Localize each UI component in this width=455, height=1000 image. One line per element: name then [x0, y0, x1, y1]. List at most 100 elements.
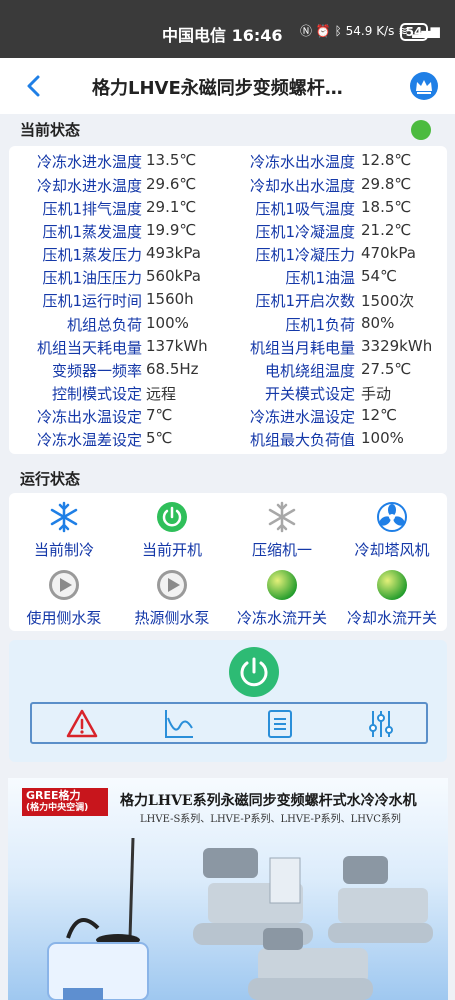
param-row: 变频器一频率 68.5Hz 电机绕组温度 27.5℃: [9, 360, 447, 383]
page-title: 格力LHVE永磁同步变频螺杆…: [92, 78, 343, 99]
param-label: 冷冻出水温设定: [36, 408, 142, 426]
param-value: 29.8℃: [361, 175, 412, 193]
param-label: 压机1冷凝压力: [255, 246, 355, 264]
param-value: 68.5Hz: [146, 360, 199, 378]
param-label: 冷冻进水温设定: [249, 408, 355, 426]
app-header: 格力LHVE永磁同步变频螺杆…: [0, 58, 455, 114]
param-row: 机组当天耗电量 137kWh 机组当月耗电量 3329kWh: [9, 337, 447, 360]
flow-switch-icon: [377, 570, 407, 600]
param-value: 560kPa: [146, 267, 201, 285]
snowflake-icon: [50, 501, 78, 533]
flow-switch-icon: [267, 570, 297, 600]
param-value: 29.6℃: [146, 175, 197, 193]
alarm-clock-icon: ⏰: [315, 24, 331, 38]
banner-title: 格力LHVE系列永磁同步变频螺杆式水冷冷水机: [120, 793, 417, 809]
run-status-heading: 运行状态: [20, 470, 81, 488]
snowflake-icon: [268, 501, 296, 533]
crown-icon: [416, 80, 432, 94]
param-value: 手动: [361, 385, 392, 403]
param-value: 54℃: [361, 267, 397, 285]
bluetooth-icon: ᛒ: [334, 24, 342, 38]
param-value: 7℃: [146, 406, 173, 424]
run-item-label: 当前开机: [141, 541, 202, 559]
run-item-chilled-flow-switch[interactable]: 冷冻水流开关: [227, 569, 337, 629]
param-label: 控制模式设定: [51, 385, 142, 403]
settings-icon[interactable]: [365, 708, 397, 740]
param-value: 80%: [361, 314, 395, 332]
param-label: 机组当月耗电量: [249, 339, 355, 357]
vip-button[interactable]: [410, 72, 438, 100]
param-value: 100%: [361, 429, 404, 447]
carrier-label: 中国电信: [162, 26, 227, 45]
param-value: 5℃: [146, 429, 173, 447]
param-label: 开关模式设定: [264, 385, 355, 403]
param-row: 冷冻水温差设定 5℃ 机组最大负荷值 100%: [9, 429, 447, 452]
param-value: 远程: [146, 385, 177, 403]
run-item-label: 压缩机一: [251, 541, 312, 559]
param-value: 18.5℃: [361, 198, 412, 216]
param-label: 压机1开启次数: [255, 292, 355, 310]
run-item-label: 冷却塔风机: [354, 541, 430, 559]
power-icon: [240, 657, 268, 687]
param-value: 493kPa: [146, 244, 201, 262]
back-button[interactable]: [20, 72, 48, 100]
run-item-power-on[interactable]: 当前开机: [117, 501, 227, 561]
run-item-use-side-pump[interactable]: 使用侧水泵: [9, 569, 119, 629]
param-value: 13.5℃: [146, 151, 197, 169]
param-row: 冷却水进水温度 29.6℃ 冷却水出水温度 29.8℃: [9, 175, 447, 198]
param-label: 压机1排气温度: [42, 200, 142, 218]
param-value: 137kWh: [146, 337, 208, 355]
nfc-icon: Ⓝ: [300, 24, 313, 38]
run-status-panel: 当前制冷 当前开机 压缩机一 冷却塔风机 使用侧水泵 热源侧水泵 冷冻水流开关 …: [9, 493, 447, 631]
control-panel: [9, 640, 447, 762]
param-label: 压机1吸气温度: [255, 200, 355, 218]
param-label: 机组最大负荷值: [249, 431, 355, 449]
function-toolbar: [30, 702, 428, 744]
gree-logo: GREE格力 (格力中央空调): [22, 788, 108, 816]
log-icon[interactable]: [264, 708, 296, 740]
param-label: 冷冻水温差设定: [36, 431, 142, 449]
clock: 16:46: [231, 26, 283, 45]
run-item-cooling-tower-fan[interactable]: 冷却塔风机: [337, 501, 447, 561]
pump-icon: [49, 570, 79, 600]
param-label: 机组当天耗电量: [36, 339, 142, 357]
fan-icon: [377, 502, 407, 532]
param-row: 压机1蒸发压力 493kPa 压机1冷凝压力 470kPa: [9, 244, 447, 267]
run-item-compressor[interactable]: 压缩机一: [227, 501, 337, 561]
system-status-bar: 中国电信 16:46 Ⓝ ⏰ ᛒ 54.9 K/s ≋ ▂▄▆ 54: [0, 0, 455, 58]
product-banner[interactable]: GREE格力 (格力中央空调) 格力LHVE系列永磁同步变频螺杆式水冷冷水机 L…: [8, 778, 448, 1000]
param-value: 19.9℃: [146, 221, 197, 239]
param-row: 压机1运行时间 1560h 压机1开启次数 1500次: [9, 290, 447, 313]
param-value: 29.1℃: [146, 198, 197, 216]
run-item-label: 冷冻水流开关: [236, 609, 327, 627]
param-label: 压机1蒸发温度: [42, 223, 142, 241]
run-item-cooling[interactable]: 当前制冷: [9, 501, 119, 561]
param-value: 100%: [146, 314, 189, 332]
param-row: 冷冻水进水温度 13.5℃ 冷冻水出水温度 12.8℃: [9, 151, 447, 174]
param-row: 压机1蒸发温度 19.9℃ 压机1冷凝温度 21.2℃: [9, 221, 447, 244]
run-item-label: 使用侧水泵: [26, 609, 102, 627]
banner-subtitle: LHVE-S系列、LHVE-P系列、LHVE-P系列、LHVC系列: [140, 814, 401, 825]
param-value: 1560h: [146, 290, 194, 308]
param-row: 压机1排气温度 29.1℃ 压机1吸气温度 18.5℃: [9, 198, 447, 221]
param-label: 压机1运行时间: [42, 292, 142, 310]
curve-icon[interactable]: [163, 708, 195, 740]
param-label: 冷冻水出水温度: [249, 153, 355, 171]
online-indicator: [411, 120, 431, 140]
chiller-product-image: [47, 837, 433, 1000]
param-value: 12.8℃: [361, 151, 412, 169]
run-item-cooling-flow-switch[interactable]: 冷却水流开关: [337, 569, 447, 629]
chevron-left-icon: [27, 75, 40, 97]
power-button[interactable]: [229, 647, 279, 697]
run-item-source-side-pump[interactable]: 热源侧水泵: [117, 569, 227, 629]
param-row: 压机1油压压力 560kPa 压机1油温 54℃: [9, 267, 447, 290]
alarm-icon[interactable]: [66, 708, 98, 740]
param-value: 1500次: [361, 292, 415, 310]
param-value: 3329kWh: [361, 337, 433, 355]
pump-icon: [157, 570, 187, 600]
param-label: 机组总负荷: [66, 316, 142, 334]
param-value: 21.2℃: [361, 221, 412, 239]
param-label: 压机1蒸发压力: [42, 246, 142, 264]
run-item-label: 热源侧水泵: [134, 609, 210, 627]
run-item-label: 冷却水流开关: [346, 609, 437, 627]
